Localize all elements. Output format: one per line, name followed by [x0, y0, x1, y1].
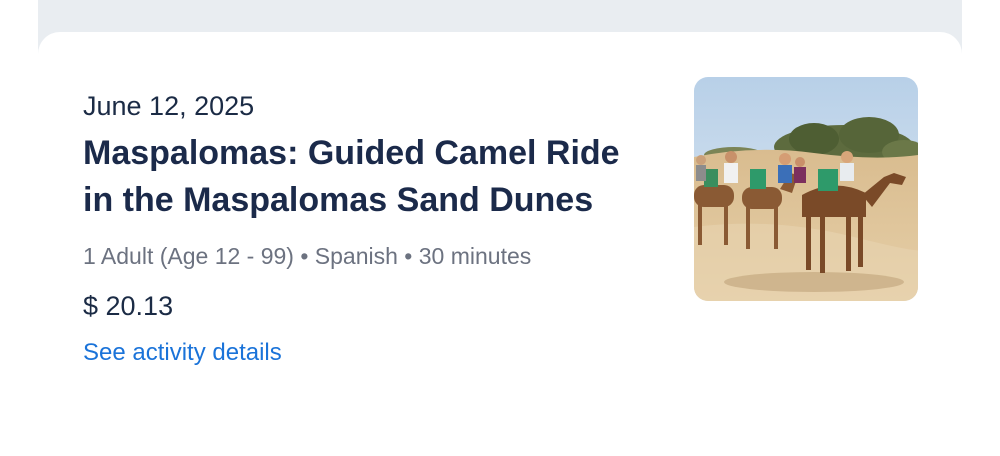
see-activity-details-link[interactable]: See activity details	[83, 339, 282, 367]
right-margin	[962, 0, 1000, 456]
activity-title[interactable]: Maspalomas: Guided Camel Ride in the Mas…	[83, 130, 628, 224]
camel-ride-image	[694, 77, 918, 301]
activity-price: $ 20.13	[83, 291, 174, 321]
activity-date: June 12, 2025	[83, 91, 255, 121]
activity-info: June 12, 2025 Maspalomas: Guided Camel R…	[83, 90, 643, 367]
left-margin	[0, 0, 38, 456]
activity-card: June 12, 2025 Maspalomas: Guided Camel R…	[38, 32, 962, 456]
activity-photo[interactable]	[694, 77, 918, 301]
activity-meta: 1 Adult (Age 12 - 99) • Spanish • 30 min…	[83, 243, 532, 269]
